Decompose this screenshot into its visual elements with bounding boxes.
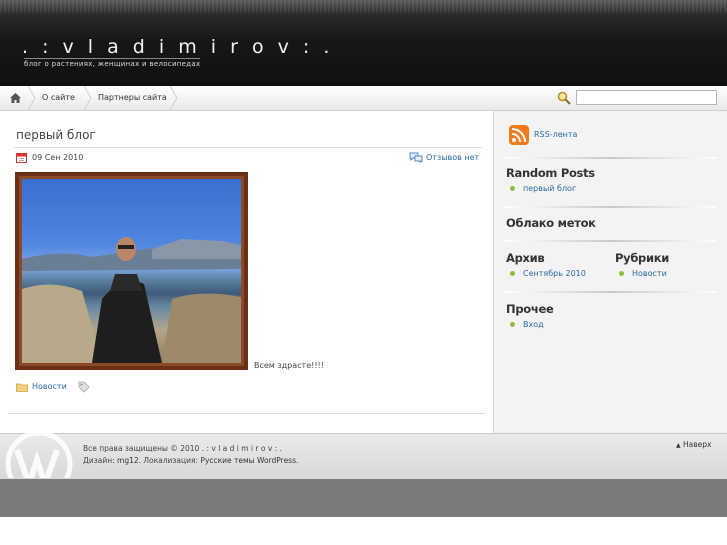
search-input[interactable]: [576, 90, 717, 105]
post-category[interactable]: Новости: [32, 382, 67, 391]
credits-suffix: .: [296, 456, 299, 465]
archive-link[interactable]: Сентябрь 2010: [523, 269, 586, 278]
other-heading: Прочее: [506, 302, 554, 316]
back-to-top-label: Наверх: [683, 440, 712, 449]
home-icon: [10, 93, 21, 103]
category-link[interactable]: Новости: [632, 269, 667, 278]
rss-link[interactable]: RSS-лента: [534, 130, 577, 139]
designer-link[interactable]: mg12: [117, 456, 139, 465]
divider: [505, 240, 717, 242]
comments-link[interactable]: Отзывов нет: [426, 153, 479, 162]
photo-image: [22, 179, 241, 363]
nav-separator: [28, 86, 36, 110]
site-header: . : v l a d i m i r o v : . блог о расте…: [0, 0, 727, 86]
divider: [8, 413, 485, 414]
divider: [505, 291, 717, 293]
post-date: 09 Сен 2010: [32, 153, 84, 162]
list-bullet: [619, 271, 624, 276]
divider: [505, 206, 717, 208]
site-tagline: блог о растениях, женщинах и велосипедах: [24, 58, 201, 68]
tag-cloud-heading: Облако меток: [506, 216, 596, 230]
footer-credits: Дизайн: mg12. Локализация: Русские темы …: [83, 456, 298, 465]
nav-item-partners[interactable]: Партнеры сайта: [98, 86, 167, 110]
nav-item-about[interactable]: О сайте: [42, 86, 75, 110]
list-bullet: [510, 186, 515, 191]
list-bullet: [510, 322, 515, 327]
site-title[interactable]: . : v l a d i m i r o v : .: [22, 36, 333, 58]
comments-icon: [409, 152, 423, 163]
categories-heading: Рубрики: [615, 251, 670, 265]
footer-copyright: Все права защищены © 2010 . : v l a d i …: [83, 444, 282, 453]
nav-separator: [170, 86, 178, 110]
credits-mid: . Локализация:: [138, 456, 201, 465]
localization-link[interactable]: Русские темы WordPress: [200, 456, 296, 465]
rss-icon[interactable]: [509, 125, 529, 145]
random-posts-heading: Random Posts: [506, 166, 595, 180]
post-text: Всем здрасте!!!!: [254, 361, 324, 370]
arrow-up-icon: ▲: [676, 442, 681, 449]
nav-separator: [84, 86, 92, 110]
folder-icon: [16, 383, 28, 392]
list-bullet: [510, 271, 515, 276]
credits-prefix: Дизайн:: [83, 456, 118, 465]
divider: [14, 147, 482, 148]
random-post-link[interactable]: первый блог: [523, 184, 576, 193]
divider: [505, 157, 717, 159]
post-photo: [15, 172, 248, 370]
wordpress-logo-icon: [5, 432, 73, 478]
search-icon[interactable]: [557, 91, 571, 105]
calendar-icon: [16, 153, 27, 163]
back-to-top-link[interactable]: ▲ Наверх: [676, 440, 712, 449]
nav-home[interactable]: [4, 86, 26, 110]
login-link[interactable]: Вход: [523, 320, 544, 329]
post-title[interactable]: первый блог: [16, 128, 96, 142]
tag-icon: [78, 381, 90, 393]
archive-heading: Архив: [506, 251, 545, 265]
